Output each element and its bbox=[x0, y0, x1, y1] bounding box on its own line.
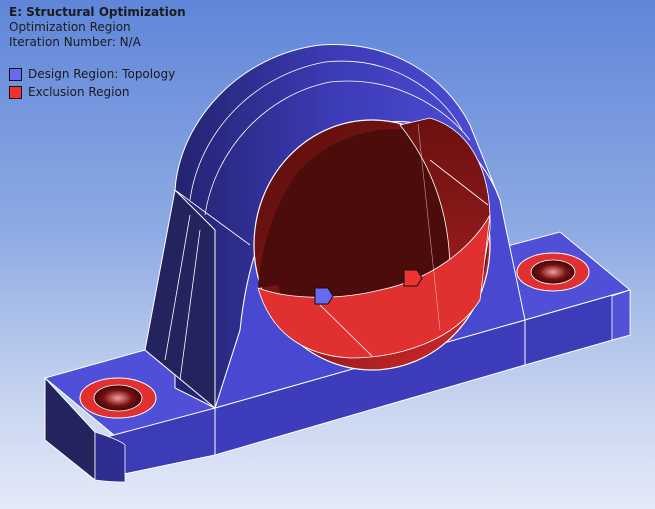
base-right-end bbox=[611, 289, 631, 341]
exclusion-region-swatch bbox=[9, 85, 22, 99]
analysis-title: E: Structural Optimization bbox=[9, 5, 186, 19]
legend-label: Exclusion Region bbox=[28, 85, 130, 99]
legend-item-exclusion-region: Exclusion Region bbox=[9, 83, 175, 101]
iteration-number-label: Iteration Number: N/A bbox=[9, 35, 141, 49]
graphics-viewport[interactable]: E: Structural Optimization Optimization … bbox=[0, 0, 655, 509]
bolt-hole-right bbox=[530, 259, 576, 285]
info-panel: E: Structural Optimization Optimization … bbox=[9, 5, 186, 50]
legend-item-design-region: Design Region: Topology bbox=[9, 65, 175, 83]
legend-label: Design Region: Topology bbox=[28, 67, 176, 81]
optimization-region-label: Optimization Region bbox=[9, 20, 131, 34]
bolt-hole-left bbox=[93, 384, 143, 412]
legend: Design Region: Topology Exclusion Region bbox=[9, 65, 175, 101]
design-region-swatch bbox=[9, 67, 22, 81]
